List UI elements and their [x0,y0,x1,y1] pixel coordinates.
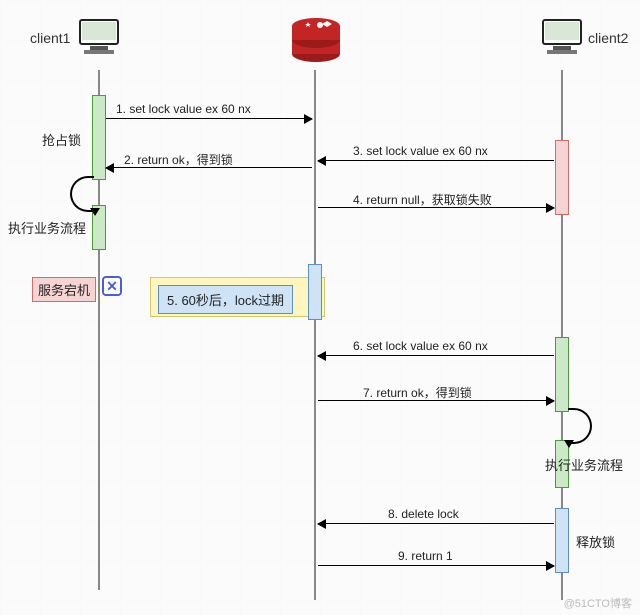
sequence-diagram: client1 client2 抢占锁 执行业务流程 服务宕机 ✕ 5. [0,0,640,615]
msg-4: 4. return null，获取锁失败 [318,207,554,208]
msg-7: 7. return ok，得到锁 [318,400,554,401]
self-call-client1 [70,176,94,212]
label-exec-flow-left: 执行业务流程 [8,218,86,237]
label-server-down: 服务宕机 [32,277,96,302]
msg-1: 1. set lock value ex 60 nx [106,118,312,119]
msg-8: 8. delete lock [318,523,554,524]
redis-icon [290,12,342,67]
msg-9: 9. return 1 [318,565,554,566]
msg-2: 2. return ok，得到锁 [106,167,312,168]
computer-icon [78,18,120,58]
label-release-lock: 释放锁 [576,532,615,551]
activation-client1-grab [92,95,106,180]
note-lock-expire: 5. 60秒后，lock过期 [158,285,293,314]
activation-client2-release [555,508,569,573]
activation-client2-fail [555,140,569,215]
lifeline-redis [314,70,316,600]
msg-1-text: 1. set lock value ex 60 nx [116,102,251,116]
msg-7-text: 7. return ok，得到锁 [363,384,472,401]
label-exec-flow-right: 执行业务流程 [545,455,623,474]
msg-6-text: 6. set lock value ex 60 nx [353,339,488,353]
watermark: @51CTO博客 [564,595,632,611]
activation-redis [308,264,322,320]
computer-icon [541,18,583,58]
msg-2-text: 2. return ok，得到锁 [124,151,233,168]
msg-3-text: 3. set lock value ex 60 nx [353,144,488,158]
label-grab-lock: 抢占锁 [42,130,81,149]
crash-icon: ✕ [102,276,122,296]
msg-8-text: 8. delete lock [388,507,459,521]
msg-9-text: 9. return 1 [398,549,453,563]
activation-client2-grab [555,337,569,412]
client1-label: client1 [30,30,70,46]
msg-3: 3. set lock value ex 60 nx [318,160,554,161]
self-call-client2 [568,408,592,444]
client2-label: client2 [588,30,628,46]
msg-6: 6. set lock value ex 60 nx [318,355,554,356]
msg-4-text: 4. return null，获取锁失败 [353,191,492,208]
